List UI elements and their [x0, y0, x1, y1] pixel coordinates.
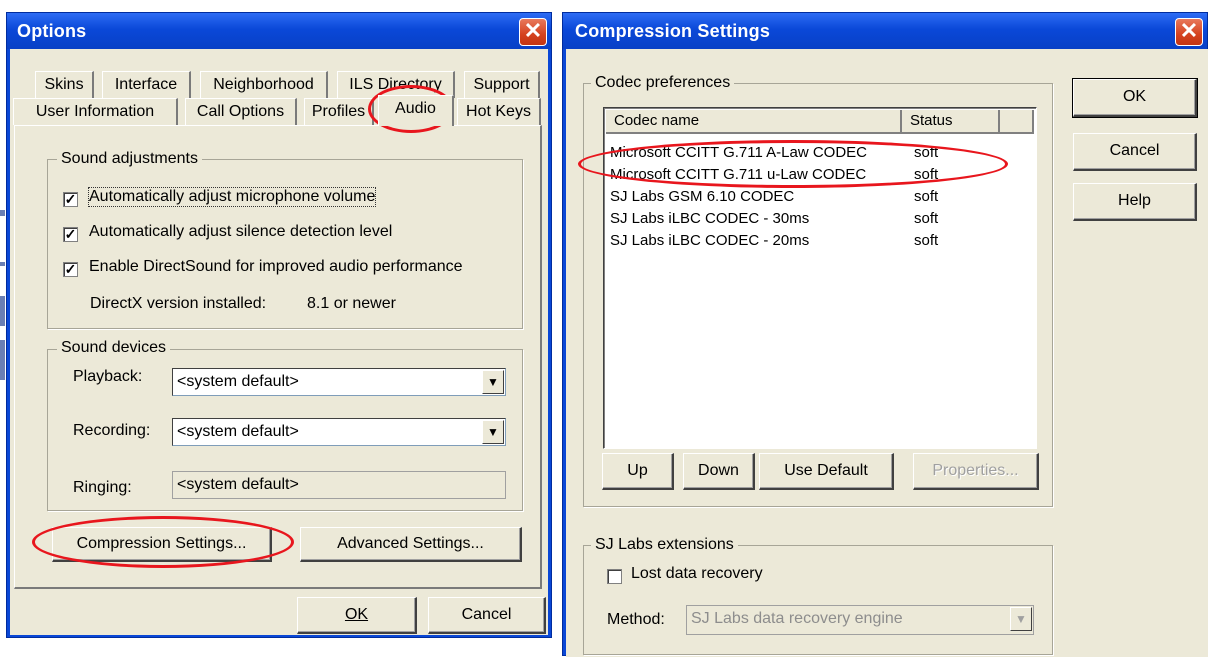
options-cancel-button[interactable]: Cancel	[428, 597, 546, 634]
ringing-field: <system default>	[172, 471, 506, 499]
method-label: Method:	[607, 611, 665, 628]
tab-label: Hot Keys	[466, 103, 531, 120]
column-header-status[interactable]: Status	[902, 110, 1000, 134]
button-label: Use Default	[784, 462, 868, 479]
codec-list[interactable]: Codec name Status Microsoft CCITT G.711 …	[603, 107, 1037, 449]
button-label: Down	[698, 462, 739, 479]
up-button[interactable]: Up	[602, 453, 674, 490]
button-label: OK	[1122, 88, 1147, 105]
tab-support[interactable]: Support	[464, 71, 540, 98]
codec-status: soft	[914, 210, 939, 227]
tab-audio[interactable]: Audio	[378, 95, 454, 126]
compression-close-icon[interactable]: ✕	[1175, 18, 1203, 46]
tab-profiles[interactable]: Profiles	[304, 98, 374, 125]
options-titlebar[interactable]: Options ✕	[7, 13, 551, 49]
compression-ok-button[interactable]: OK	[1072, 78, 1198, 118]
column-header-filler	[1000, 110, 1034, 134]
codec-name: SJ Labs GSM 6.10 CODEC	[610, 188, 795, 205]
sj-labs-extensions-label: SJ Labs extensions	[591, 536, 738, 554]
recording-dropdown[interactable]: <system default> ▼	[172, 418, 506, 446]
button-label: Cancel	[461, 606, 512, 623]
button-label: Help	[1118, 192, 1151, 209]
sj-labs-extensions-group	[583, 545, 1053, 655]
tab-user-information[interactable]: User Information	[13, 98, 178, 125]
compression-cancel-button[interactable]: Cancel	[1073, 133, 1197, 171]
tab-hot-keys[interactable]: Hot Keys	[457, 98, 541, 125]
directsound-label: Enable DirectSound for improved audio pe…	[89, 258, 463, 275]
method-value: SJ Labs data recovery engine	[691, 610, 903, 627]
codec-name: SJ Labs iLBC CODEC - 20ms	[610, 232, 810, 249]
tab-neighborhood[interactable]: Neighborhood	[200, 71, 328, 98]
use-default-button[interactable]: Use Default	[759, 453, 894, 490]
options-title: Options	[17, 21, 87, 41]
advanced-settings-button[interactable]: Advanced Settings...	[300, 527, 522, 562]
auto-mic-checkbox[interactable]: ✓	[63, 192, 78, 207]
options-ok-button[interactable]: OK	[297, 597, 417, 634]
button-label: Compression Settings...	[76, 535, 247, 552]
tab-skins[interactable]: Skins	[35, 71, 94, 98]
compression-settings-button[interactable]: Compression Settings...	[52, 527, 272, 562]
lost-data-recovery-checkbox[interactable]	[607, 569, 622, 584]
compression-title: Compression Settings	[575, 21, 771, 41]
lost-data-recovery-label: Lost data recovery	[631, 565, 763, 582]
compression-client: Codec preferences Codec name Status Micr…	[566, 49, 1208, 657]
tab-label: Profiles	[311, 103, 366, 120]
column-label: Codec name	[614, 112, 700, 129]
tab-label: Skins	[44, 76, 84, 93]
codec-preferences-label: Codec preferences	[591, 74, 735, 92]
column-label: Status	[910, 112, 953, 129]
tab-label: Neighborhood	[213, 76, 314, 93]
ringing-label: Ringing:	[73, 479, 132, 496]
codec-status: soft	[914, 188, 939, 205]
tab-ils-directory[interactable]: ILS Directory	[337, 71, 455, 98]
dropdown-arrow-icon[interactable]: ▼	[482, 370, 504, 394]
auto-silence-label: Automatically adjust silence detection l…	[89, 223, 393, 240]
auto-mic-label: Automatically adjust microphone volume	[87, 187, 377, 207]
button-label: Advanced Settings...	[337, 535, 484, 552]
compression-window: Compression Settings ✕ Codec preferences…	[562, 12, 1208, 657]
codec-status: soft	[914, 144, 939, 161]
sound-devices-label: Sound devices	[57, 339, 170, 357]
directx-version-label: DirectX version installed:	[90, 295, 267, 312]
tab-label: ILS Directory	[349, 76, 442, 93]
down-button[interactable]: Down	[683, 453, 755, 490]
tab-call-options[interactable]: Call Options	[185, 98, 297, 125]
tab-label: Audio	[395, 100, 436, 117]
tab-label: Interface	[114, 76, 178, 93]
tab-label: Support	[473, 76, 530, 93]
tab-label: Call Options	[196, 103, 285, 120]
button-label: OK	[344, 606, 369, 623]
tab-label: User Information	[35, 103, 155, 120]
button-label: Properties...	[932, 462, 1019, 479]
help-button[interactable]: Help	[1073, 183, 1197, 221]
sound-adjustments-label: Sound adjustments	[57, 150, 202, 168]
codec-status: soft	[914, 166, 939, 183]
codec-name: SJ Labs iLBC CODEC - 30ms	[610, 210, 810, 227]
options-client: Skins Interface Neighborhood ILS Directo…	[10, 49, 548, 635]
button-label: Cancel	[1109, 142, 1160, 159]
directx-version-value: 8.1 or newer	[307, 295, 396, 312]
ringing-value: <system default>	[177, 476, 299, 493]
button-label: Up	[627, 462, 648, 479]
codec-name: Microsoft CCITT G.711 u-Law CODEC	[610, 166, 867, 183]
method-dropdown[interactable]: SJ Labs data recovery engine ▼	[686, 605, 1034, 635]
options-close-icon[interactable]: ✕	[519, 18, 547, 46]
playback-dropdown[interactable]: <system default> ▼	[172, 368, 506, 396]
recording-label: Recording:	[73, 422, 151, 439]
auto-silence-checkbox[interactable]: ✓	[63, 227, 78, 242]
dropdown-arrow-icon[interactable]: ▼	[1010, 607, 1032, 631]
recording-value: <system default>	[177, 423, 299, 440]
playback-value: <system default>	[177, 373, 299, 390]
properties-button[interactable]: Properties...	[913, 453, 1039, 490]
dropdown-arrow-icon[interactable]: ▼	[482, 420, 504, 444]
directsound-checkbox[interactable]: ✓	[63, 262, 78, 277]
codec-status: soft	[914, 232, 939, 249]
options-window: Options ✕ Skins Interface Neighborhood I…	[6, 12, 552, 638]
tab-interface[interactable]: Interface	[102, 71, 191, 98]
playback-label: Playback:	[73, 368, 143, 385]
codec-name: Microsoft CCITT G.711 A-Law CODEC	[610, 144, 868, 161]
column-header-codec-name[interactable]: Codec name	[606, 110, 902, 134]
compression-titlebar[interactable]: Compression Settings ✕	[563, 13, 1207, 49]
